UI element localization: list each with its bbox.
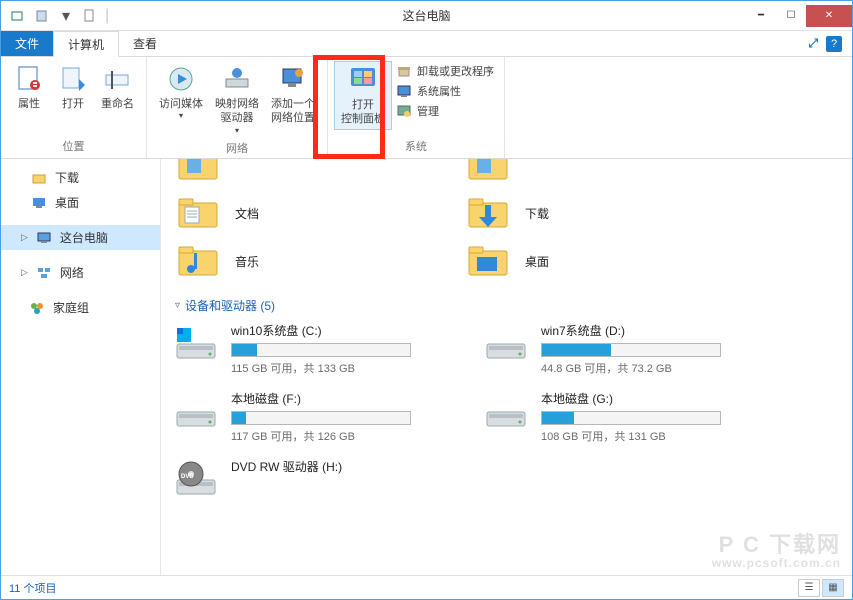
ribbon-tabs: 文件 计算机 查看 ⤢ ? [1,31,852,57]
ribbon-group-location: 属性 打开 重命名 位置 [1,57,147,158]
folder-item-partial-1[interactable] [173,159,433,187]
nav-downloads[interactable]: 下载 [1,165,160,190]
properties-button[interactable]: 属性 [7,61,51,113]
view-icons-button[interactable]: ▦ [822,579,844,597]
drive-usage-bar [231,411,411,425]
media-icon [165,63,197,95]
drive-sub: 108 GB 可用，共 131 GB [541,428,763,444]
rename-button[interactable]: 重命名 [95,61,140,113]
folder-music[interactable]: 音乐 [173,239,433,283]
documents-folder-icon [175,193,223,233]
tab-view[interactable]: 查看 [119,31,171,56]
manage-icon [396,103,412,119]
desktop-icon [31,195,47,211]
svg-text:DVD: DVD [181,474,194,480]
qat-icon-1[interactable] [9,7,27,25]
dvd-drive-icon: DVD [173,458,221,502]
item-count: 11 个项目 [9,580,56,596]
open-button[interactable]: 打开 [51,61,95,113]
drive-c[interactable]: win10系统盘 (C:) 115 GB 可用，共 133 GB [173,322,453,376]
drive-f[interactable]: 本地磁盘 (F:) 117 GB 可用，共 126 GB [173,390,453,444]
qat-icon-2[interactable] [33,7,51,25]
window-title: 这台电脑 [402,7,450,24]
group-label-location: 位置 [7,136,140,158]
tab-file[interactable]: 文件 [1,31,53,56]
uninstall-button[interactable]: 卸载或更改程序 [396,63,494,79]
drive-name: DVD RW 驱动器 (H:) [231,458,453,475]
view-details-button[interactable]: ☰ [798,579,820,597]
drive-icon [483,322,531,366]
drive-icon [173,322,221,366]
drive-name: 本地磁盘 (G:) [541,390,763,407]
homegroup-icon [29,300,45,316]
pc-icon [36,230,52,246]
drive-sub: 115 GB 可用，共 133 GB [231,360,453,376]
statusbar: 11 个项目 ☰ ▦ [1,575,852,599]
music-folder-icon [175,241,223,281]
drive-name: 本地磁盘 (F:) [231,390,453,407]
map-drive-icon [221,63,253,95]
open-icon [57,63,89,95]
folder-documents[interactable]: 文档 [173,191,433,235]
content-area: 文档 下载 音乐 桌面 设备和驱动器 (5) [161,159,852,575]
drive-g[interactable]: 本地磁盘 (G:) 108 GB 可用，共 131 GB [483,390,763,444]
access-media-button[interactable]: 访问媒体 ▾ [153,61,209,124]
nav-network[interactable]: ▷ 网络 [1,260,160,285]
devices-section-header[interactable]: 设备和驱动器 (5) [175,297,840,314]
ribbon-group-system: 打开 控制面板 卸载或更改程序 系统属性 管理 [328,57,505,158]
folder-downloads[interactable]: 下载 [463,191,723,235]
qat-dropdown-icon[interactable]: ▾ [57,7,75,25]
downloads-folder-icon [465,193,513,233]
group-label-system: 系统 [334,136,498,158]
system-properties-button[interactable]: 系统属性 [396,83,494,99]
network-icon [36,265,52,281]
qat-icon-3[interactable] [81,7,99,25]
desktop-folder-icon [465,241,513,281]
titlebar: ▾ | 这台电脑 ━ ☐ ✕ [1,1,852,31]
drive-icon [483,390,531,434]
map-drive-button[interactable]: 映射网络 驱动器 ▾ [209,61,265,138]
folder-icon [175,159,223,185]
help-icon[interactable]: ? [826,36,842,52]
uninstall-icon [396,63,412,79]
nav-this-pc[interactable]: ▷ 这台电脑 [1,225,160,250]
rename-icon [102,63,134,95]
navigation-pane: 下载 桌面 ▷ 这台电脑 ▷ 网络 家庭组 [1,159,161,575]
drive-d[interactable]: win7系统盘 (D:) 44.8 GB 可用，共 73.2 GB [483,322,763,376]
drive-usage-bar [541,343,721,357]
nav-desktop[interactable]: 桌面 [1,190,160,215]
folder-desktop[interactable]: 桌面 [463,239,723,283]
ribbon-group-network: 访问媒体 ▾ 映射网络 驱动器 ▾ 添加一个 网络位置 网络 [147,57,328,158]
drive-usage-bar [541,411,721,425]
drive-name: win10系统盘 (C:) [231,322,453,339]
open-control-panel-button[interactable]: 打开 控制面板 [334,61,392,130]
drive-dvd[interactable]: DVD DVD RW 驱动器 (H:) [173,458,453,502]
drive-icon [173,390,221,434]
sysprops-icon [396,83,412,99]
folder-item-partial-2[interactable] [463,159,723,187]
close-button[interactable]: ✕ [806,5,852,27]
drive-sub: 117 GB 可用，共 126 GB [231,428,453,444]
ribbon: 属性 打开 重命名 位置 访问媒体 ▾ [1,57,852,159]
nav-homegroup[interactable]: 家庭组 [1,295,160,320]
add-location-button[interactable]: 添加一个 网络位置 [265,61,321,128]
add-location-icon [277,63,309,95]
folder-icon [465,159,513,185]
manage-button[interactable]: 管理 [396,103,494,119]
properties-icon [13,63,45,95]
drive-name: win7系统盘 (D:) [541,322,763,339]
ribbon-minimize-icon[interactable]: ⤢ [808,36,818,51]
tab-computer[interactable]: 计算机 [53,31,119,57]
downloads-icon [31,170,47,186]
minimize-button[interactable]: ━ [746,5,776,27]
control-panel-icon [347,64,379,96]
maximize-button[interactable]: ☐ [776,5,806,27]
drive-sub: 44.8 GB 可用，共 73.2 GB [541,360,763,376]
group-label-network: 网络 [153,138,321,160]
drive-usage-bar [231,343,411,357]
